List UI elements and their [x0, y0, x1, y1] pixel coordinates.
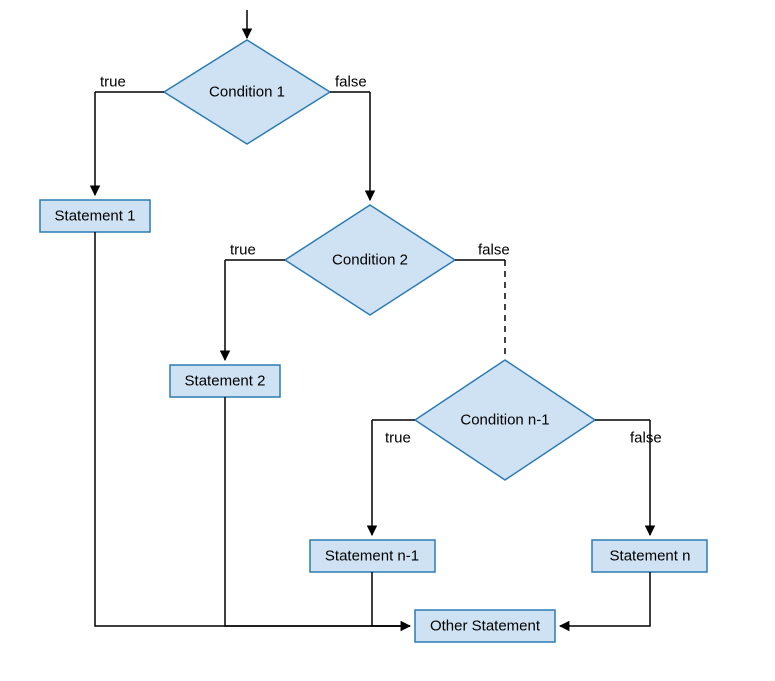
statement-n-node: Statement n — [592, 540, 707, 572]
statement-1-label: Statement 1 — [55, 208, 136, 225]
other-statement-node: Other Statement — [415, 610, 555, 642]
statement-2-node: Statement 2 — [170, 365, 280, 397]
sn1-to-other-edge — [372, 572, 410, 626]
statement-1-node: Statement 1 — [40, 200, 150, 232]
statement-2-label: Statement 2 — [185, 373, 266, 390]
statement-n-1-node: Statement n-1 — [310, 540, 435, 572]
condition-1-label: Condition 1 — [209, 84, 285, 101]
sn-to-other-edge — [560, 572, 650, 626]
other-statement-label: Other Statement — [430, 618, 541, 635]
statement-n-1-label: Statement n-1 — [325, 548, 419, 565]
condition-n-1-label: Condition n-1 — [460, 412, 549, 429]
c1-true-label: true — [100, 74, 126, 91]
statement-n-label: Statement n — [610, 548, 691, 565]
condition-1-node: Condition 1 — [164, 40, 330, 144]
condition-n-1-node: Condition n-1 — [415, 360, 595, 480]
cn1-false-label: false — [630, 430, 662, 447]
c2-true-label: true — [230, 242, 256, 259]
c2-false-label: false — [478, 242, 510, 259]
condition-2-node: Condition 2 — [285, 205, 455, 315]
s2-to-other-edge — [225, 397, 410, 626]
cn1-true-label: true — [385, 430, 411, 447]
condition-2-label: Condition 2 — [332, 252, 408, 269]
c1-false-label: false — [335, 74, 367, 91]
